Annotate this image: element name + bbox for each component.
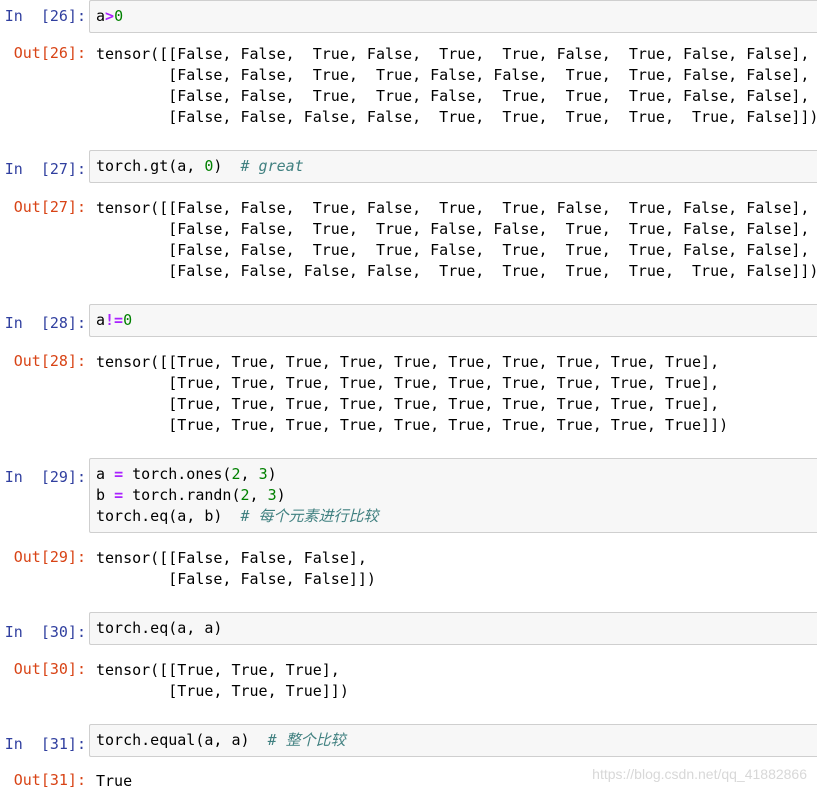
output-line: [False, False, False, False, True, True,… — [96, 262, 817, 280]
cell-output: tensor([[False, False, False], [False, F… — [89, 548, 817, 590]
output-prompt: Out[31]: — [13, 771, 86, 789]
code-token: ) — [213, 157, 241, 175]
code-comment: # 每个元素进行比较 — [240, 507, 379, 525]
code-input[interactable]: torch.equal(a, a) # 整个比较 — [89, 724, 817, 757]
code-line: torch.gt(a, 0) # great — [96, 156, 817, 177]
code-token: a — [96, 311, 106, 329]
code-token: a — [96, 7, 106, 25]
code-line: torch.equal(a, a) # 整个比较 — [96, 730, 817, 751]
output-line: [True, True, True, True, True, True, Tru… — [96, 374, 720, 392]
code-number: 3 — [267, 486, 277, 504]
code-comment: # 整个比较 — [267, 731, 346, 749]
code-line: a>0 — [96, 6, 817, 27]
code-token: ) — [267, 465, 277, 483]
output-line: [False, False, True, True, False, True, … — [96, 241, 810, 259]
output-prompt: Out[27]: — [13, 198, 86, 216]
code-number: 2 — [231, 465, 241, 483]
output-prompt: Out[26]: — [13, 44, 86, 62]
cell-output: tensor([[True, True, True, True, True, T… — [89, 352, 817, 436]
code-token: a — [96, 465, 115, 483]
code-line: torch.eq(a, b) # 每个元素进行比较 — [96, 506, 817, 527]
cell-output: tensor([[False, False, True, False, True… — [89, 198, 817, 282]
code-token: torch.eq(a, a) — [96, 619, 223, 637]
output-line: tensor([[True, True, True], — [96, 661, 340, 679]
output-line: tensor([[False, False, True, False, True… — [96, 45, 810, 63]
input-prompt: In [30]: — [4, 623, 86, 641]
output-line: [False, False, False, False, True, True,… — [96, 108, 817, 126]
output-line: tensor([[True, True, True, True, True, T… — [96, 353, 720, 371]
output-line: [True, True, True]]) — [96, 682, 349, 700]
code-operator: > — [105, 7, 115, 25]
code-number: 0 — [114, 7, 124, 25]
cell-output: tensor([[False, False, True, False, True… — [89, 44, 817, 128]
output-line: tensor([[False, False, True, False, True… — [96, 199, 810, 217]
code-number: 3 — [258, 465, 268, 483]
code-line: b = torch.randn(2, 3) — [96, 485, 817, 506]
code-token: torch.equal(a, a) — [96, 731, 268, 749]
output-line: [False, False, True, True, False, True, … — [96, 87, 810, 105]
code-token: torch.eq(a, b) — [96, 507, 241, 525]
output-prompt: Out[28]: — [13, 352, 86, 370]
code-token: ) — [276, 486, 286, 504]
cell-output: tensor([[True, True, True], [True, True,… — [89, 660, 817, 702]
output-prompt: Out[30]: — [13, 660, 86, 678]
code-token: torch.gt(a, — [96, 157, 205, 175]
input-prompt: In [31]: — [4, 735, 86, 753]
code-token: torch.ones( — [123, 465, 232, 483]
code-token: torch.randn( — [123, 486, 241, 504]
code-line: a!=0 — [96, 310, 817, 331]
output-line: [False, False, False]]) — [96, 570, 376, 588]
code-input[interactable]: a!=0 — [89, 304, 817, 337]
output-line: [True, True, True, True, True, True, Tru… — [96, 416, 729, 434]
code-comment: # great — [240, 157, 304, 175]
code-operator: != — [105, 311, 124, 329]
code-input[interactable]: a>0 — [89, 0, 817, 33]
input-prompt: In [26]: — [4, 7, 86, 25]
watermark: https://blog.csdn.net/qq_41882866 — [592, 766, 807, 782]
output-line: [False, False, True, True, False, False,… — [96, 66, 810, 84]
code-input[interactable]: torch.eq(a, a) — [89, 612, 817, 645]
output-line: [False, False, True, True, False, False,… — [96, 220, 810, 238]
code-input[interactable]: a = torch.ones(2, 3) b = torch.randn(2, 3… — [89, 458, 817, 533]
code-operator: = — [114, 465, 124, 483]
code-token: , — [240, 465, 259, 483]
code-token: b — [96, 486, 115, 504]
code-number: 0 — [123, 311, 133, 329]
code-line: a = torch.ones(2, 3) — [96, 464, 817, 485]
output-line: tensor([[False, False, False], — [96, 549, 367, 567]
code-operator: = — [114, 486, 124, 504]
input-prompt: In [29]: — [4, 468, 86, 486]
output-line: [True, True, True, True, True, True, Tru… — [96, 395, 720, 413]
code-token: , — [249, 486, 268, 504]
code-number: 2 — [240, 486, 250, 504]
output-prompt: Out[29]: — [13, 548, 86, 566]
code-input[interactable]: torch.gt(a, 0) # great — [89, 150, 817, 183]
code-line: torch.eq(a, a) — [96, 618, 817, 639]
input-prompt: In [27]: — [4, 160, 86, 178]
input-prompt: In [28]: — [4, 314, 86, 332]
